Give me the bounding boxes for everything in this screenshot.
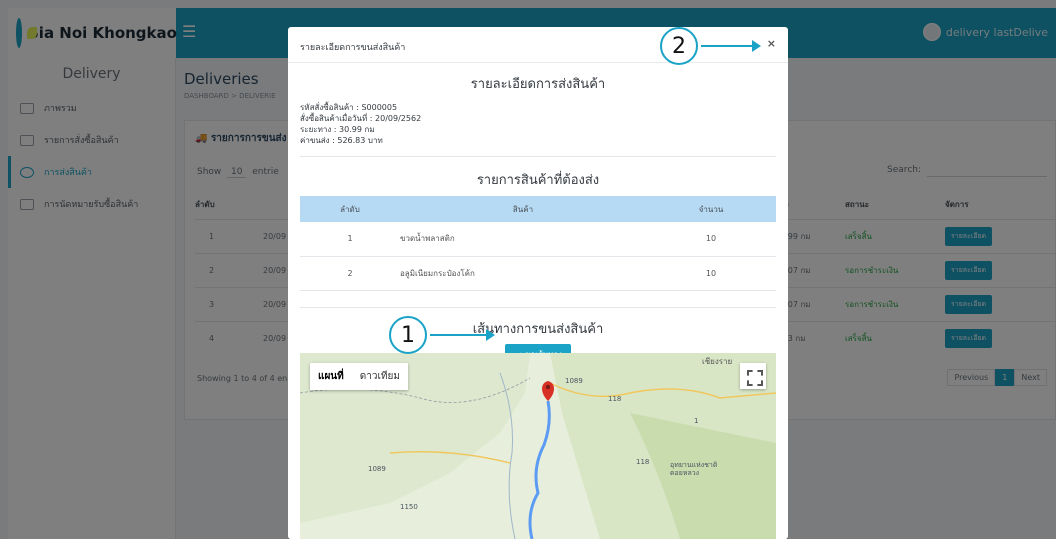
section-title-route: เส้นทางการขนส่งสินค้า — [472, 321, 604, 337]
annotation-arrow-2 — [701, 40, 761, 52]
road-label: 1 — [694, 417, 699, 425]
satellite-tab[interactable]: ดาวเทียม — [352, 363, 408, 390]
delivery-info: รหัสสั่งซื้อสินค้า : S000005 สั่งซื้อสิน… — [300, 102, 776, 146]
annotation-arrow-1 — [430, 329, 495, 341]
table-row: 1 ขวดน้ำพลาสติก 10 — [300, 222, 776, 257]
delivery-distance: ระยะทาง : 30.99 กม — [300, 125, 375, 134]
road-label: 1089 — [565, 377, 583, 385]
road-label: 118 — [608, 395, 622, 403]
annotation-marker-2: 2 — [660, 27, 698, 65]
table-row: 2 อลูมิเนียมกระป๋องโค้ก 10 — [300, 256, 776, 291]
park-label: อุทยานแห่งชาติ ดอยหลวง — [670, 461, 718, 477]
modal-body: รายละเอียดการส่งสินค้า รหัสสั่งซื้อสินค้… — [300, 63, 776, 365]
close-icon[interactable]: × — [767, 37, 776, 50]
items-table: ลำดับ สินค้า จำนวน 1 ขวดน้ำพลาสติก 10 2 … — [300, 196, 776, 291]
col-product: สินค้า — [400, 196, 646, 222]
section-title-items: รายการสินค้าที่ต้องส่ง — [476, 173, 600, 188]
road-label: 118 — [636, 458, 650, 466]
road-label: 1150 — [400, 503, 418, 511]
modal-title: รายละเอียดการขนส่งสินค้า — [300, 43, 406, 53]
annotation-marker-1: 1 — [389, 316, 427, 354]
road-label: 1089 — [368, 465, 386, 473]
route-map[interactable]: แผนที่ ดาวเทียม เชียงราย 1089 118 1 1089… — [300, 353, 776, 539]
map-city-label: เชียงราย — [702, 357, 733, 366]
fullscreen-icon[interactable] — [740, 363, 766, 389]
divider — [300, 306, 776, 308]
order-date: สั่งซื้อสินค้าเมื่อวันที่ : 20/09/2562 — [300, 114, 422, 123]
col-qty: จำนวน — [646, 196, 776, 222]
divider — [300, 156, 776, 157]
delivery-fee: ค่าขนส่ง : 526.83 บาท — [300, 136, 383, 145]
delivery-detail-modal: รายละเอียดการขนส่งสินค้า × รายละเอียดการ… — [288, 27, 788, 539]
map-tab[interactable]: แผนที่ — [310, 363, 352, 390]
order-code: รหัสสั่งซื้อสินค้า : S000005 — [300, 103, 398, 112]
section-title-detail: รายละเอียดการส่งสินค้า — [470, 77, 606, 92]
col-no: ลำดับ — [300, 196, 400, 222]
map-type-control: แผนที่ ดาวเทียม — [310, 363, 408, 390]
